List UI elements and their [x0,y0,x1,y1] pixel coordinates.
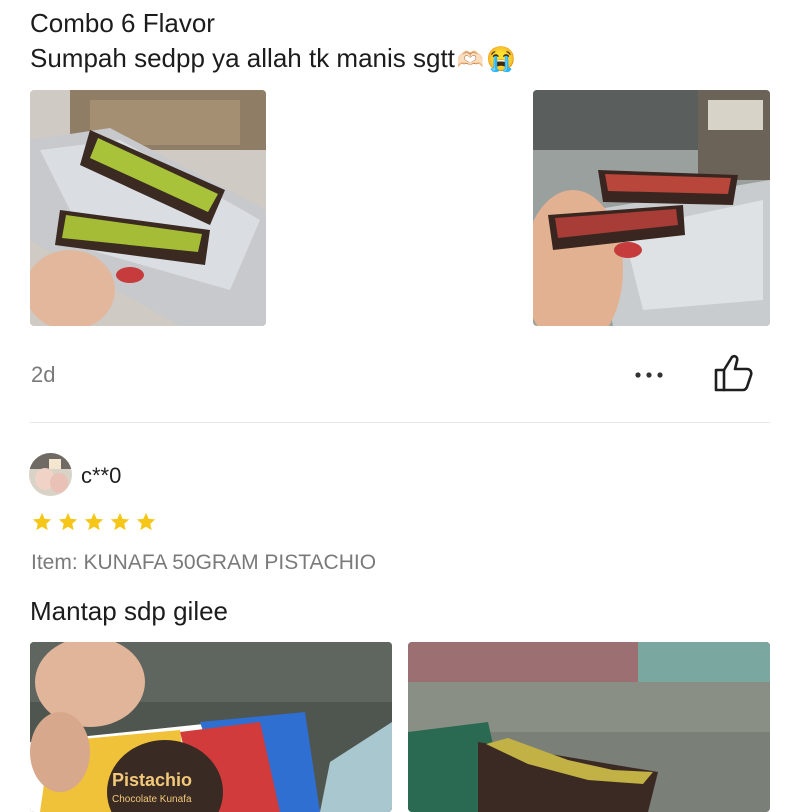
star-icon [135,511,157,538]
package-label: Pistachio [112,770,193,790]
star-icon [83,511,105,538]
review-photo-1[interactable] [30,90,266,326]
star-icon [109,511,131,538]
avatar[interactable] [29,453,72,496]
item-variant: Item: KUNAFA 50GRAM PISTACHIO [31,551,377,574]
more-dots-icon[interactable] [632,363,668,387]
review-text: Sumpah sedpp ya allah tk manis sgtt [30,43,455,73]
star-rating [31,511,161,538]
star-icon [57,511,79,538]
divider [30,422,770,423]
crying-face-emoji: 😭 [486,46,517,74]
reviewer-username[interactable]: c**0 [81,463,121,489]
review-photo-4[interactable] [408,642,770,812]
heart-hands-emoji: 🫶🏻 [456,47,485,73]
review-photo-3[interactable]: Pistachio Chocolate Kunafa [30,642,392,812]
review-photo-2[interactable] [533,90,770,326]
star-icon [31,511,53,538]
review-time: 2d [31,362,56,387]
review-text-line-1: Combo 6 Flavor [30,8,215,38]
review-text-line-2: Sumpah sedpp ya allah tk manis sgtt🫶🏻😭 [30,41,516,77]
review-body: Mantap sdp gilee [30,596,229,626]
thumbs-up-icon[interactable] [712,353,754,393]
